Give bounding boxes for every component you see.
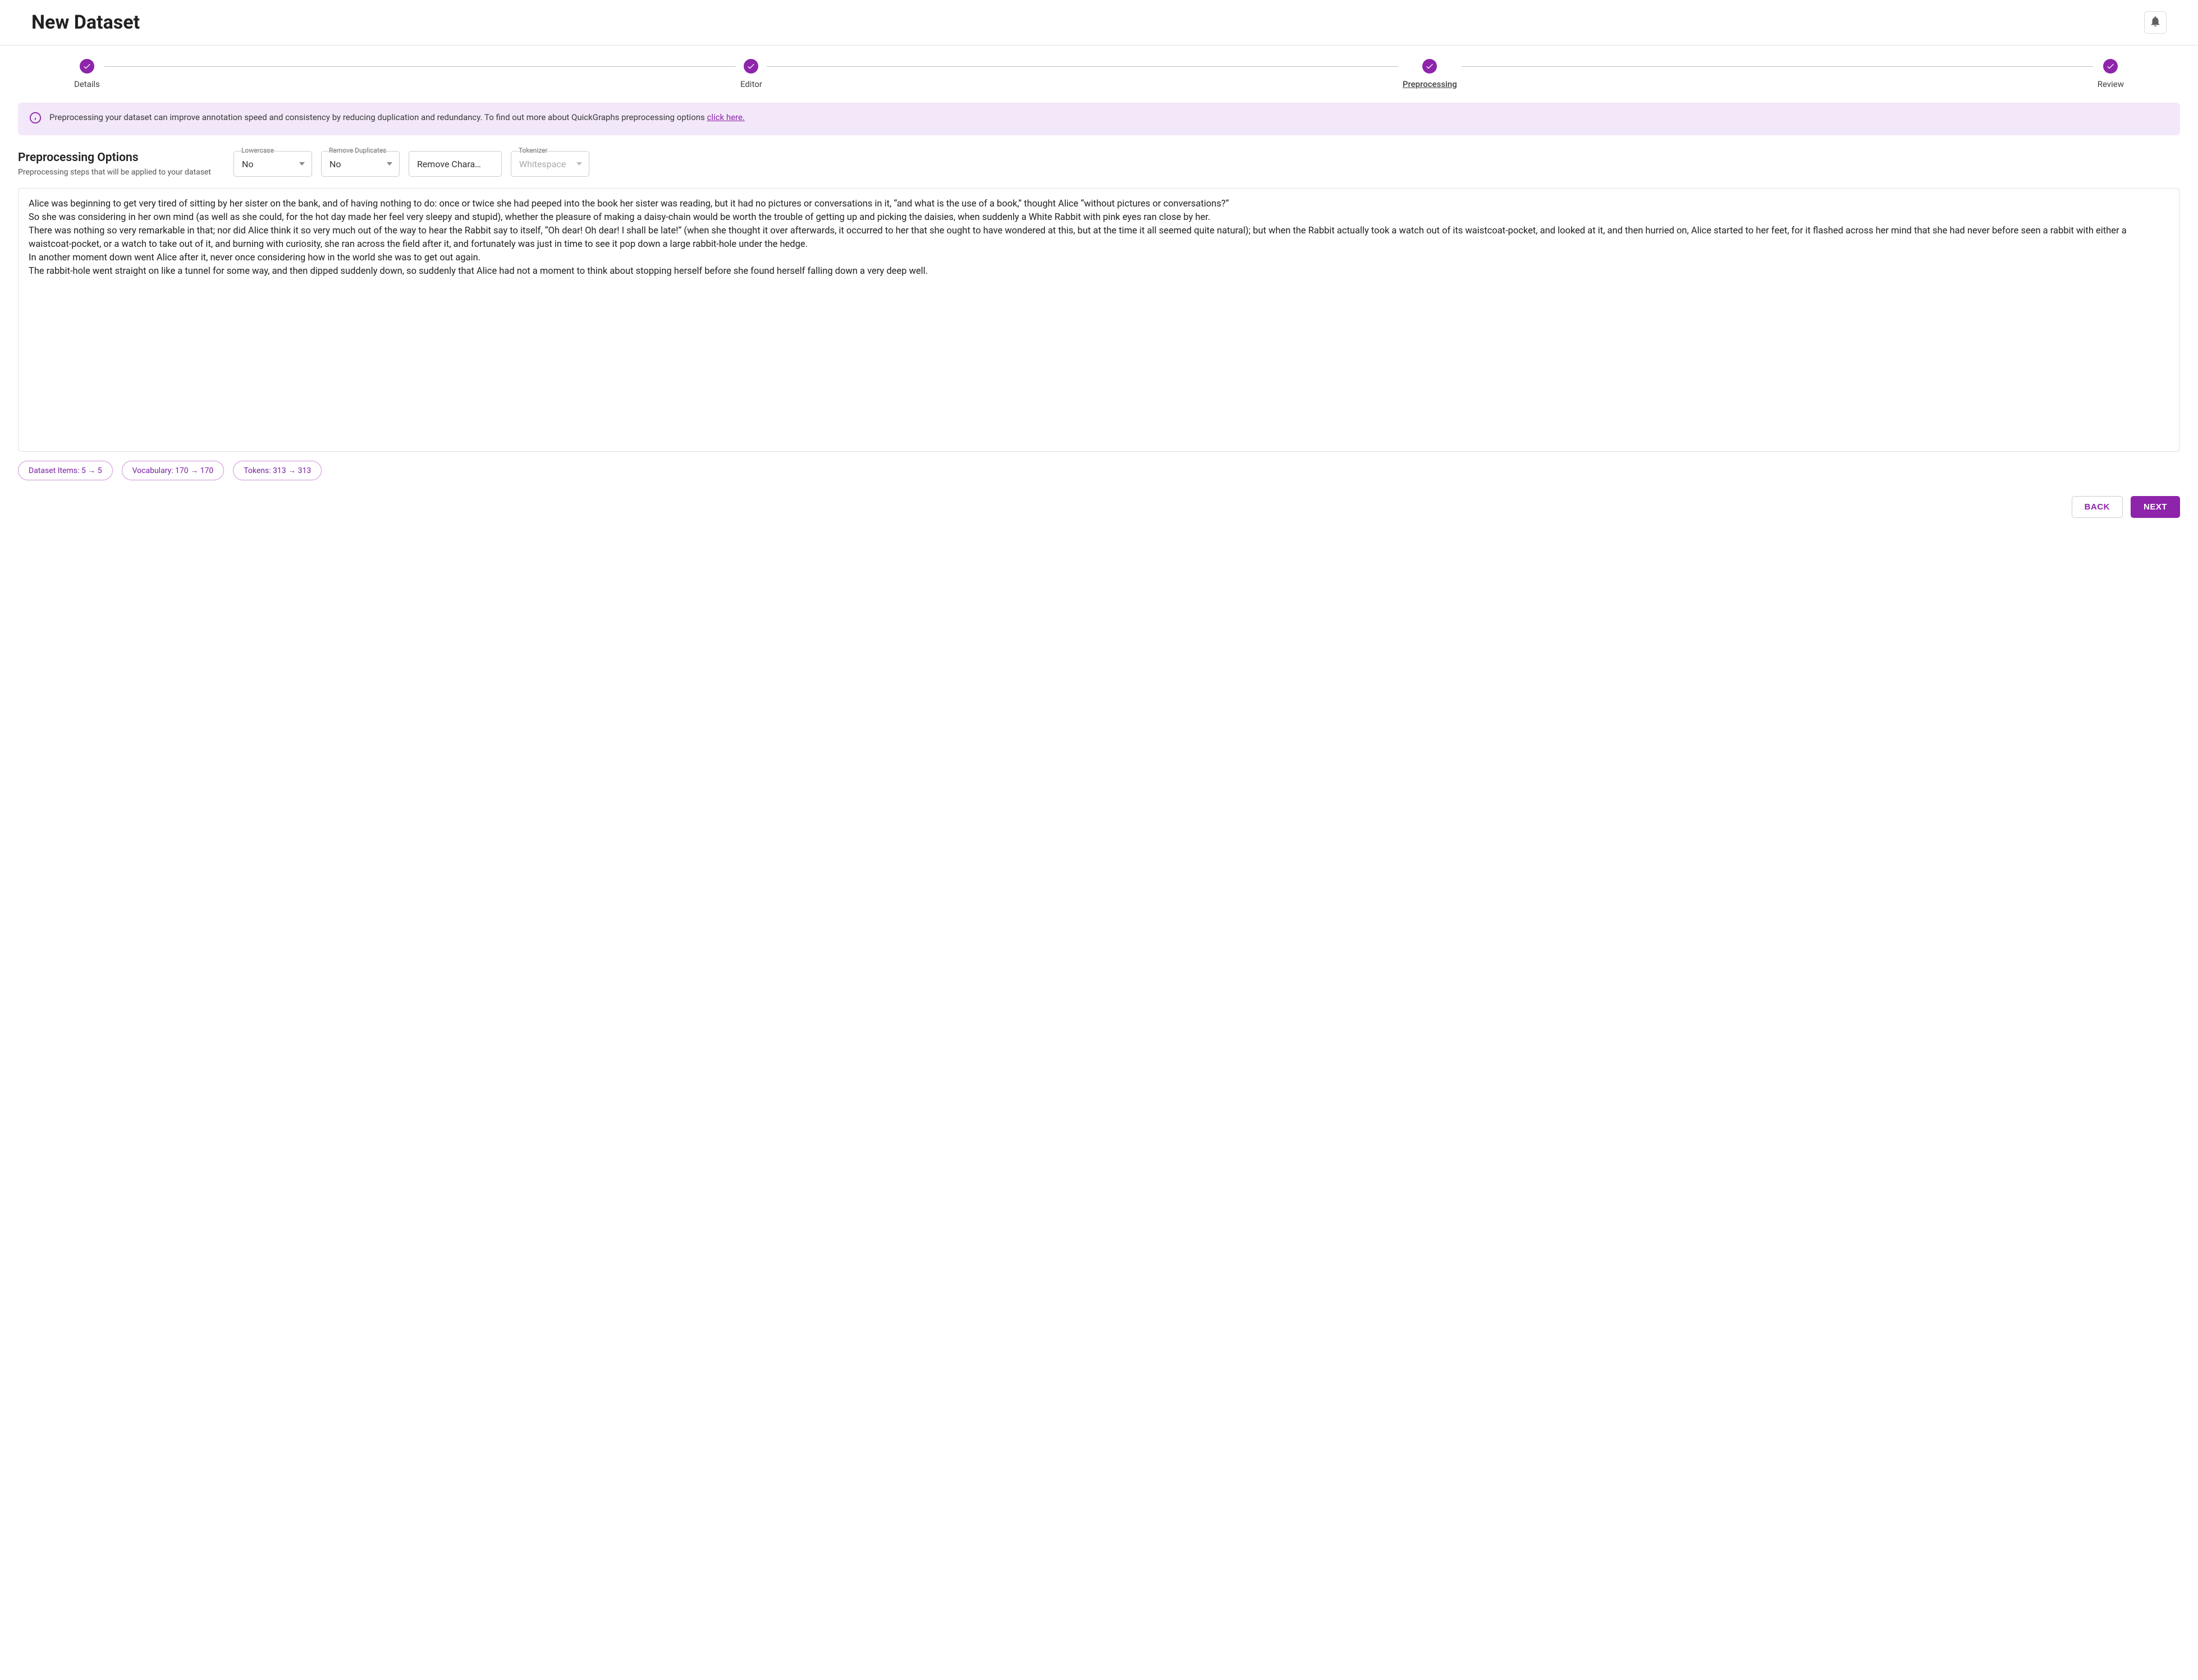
footer-buttons: BACK NEXT (18, 496, 2180, 518)
select-value: No (242, 159, 254, 169)
next-button[interactable]: NEXT (2131, 496, 2180, 518)
main-content: Details Editor Preprocessing Review Prep… (0, 45, 2198, 531)
chip-tokens: Tokens: 313 → 313 (233, 461, 322, 480)
check-icon (80, 59, 94, 74)
step-editor[interactable]: Editor (740, 59, 762, 89)
step-label: Preprocessing (1403, 79, 1457, 89)
app-header: New Dataset (0, 0, 2198, 45)
stats-chips: Dataset Items: 5 → 5 Vocabulary: 170 → 1… (18, 461, 2180, 480)
info-link[interactable]: click here. (707, 112, 745, 122)
step-review[interactable]: Review (2098, 59, 2124, 89)
options-header: Preprocessing Options Preprocessing step… (18, 151, 211, 177)
remove-duplicates-select[interactable]: No (321, 151, 400, 177)
tokenizer-select[interactable]: Whitespace (511, 151, 589, 177)
field-tokenizer: Tokenizer Whitespace (511, 151, 589, 177)
stepper: Details Editor Preprocessing Review (18, 59, 2180, 103)
input-value: Remove Chara… (417, 159, 481, 169)
step-label: Review (2098, 79, 2124, 89)
chip-vocabulary: Vocabulary: 170 → 170 (122, 461, 225, 480)
info-text: Preprocessing your dataset can improve a… (49, 112, 707, 122)
options-title: Preprocessing Options (18, 151, 211, 164)
field-remove-duplicates: Remove Duplicates No (321, 151, 400, 177)
options-controls: Lowercase No Remove Duplicates No Remove… (233, 151, 589, 177)
check-icon (744, 59, 758, 74)
info-banner: Preprocessing your dataset can improve a… (18, 103, 2180, 135)
lowercase-select[interactable]: No (233, 151, 312, 177)
step-details[interactable]: Details (74, 59, 100, 89)
options-subtitle: Preprocessing steps that will be applied… (18, 168, 211, 177)
step-label: Editor (740, 79, 762, 89)
info-icon (29, 112, 42, 126)
step-connector (104, 66, 736, 67)
step-label: Details (74, 79, 100, 89)
step-preprocessing[interactable]: Preprocessing (1403, 59, 1457, 89)
info-message: Preprocessing your dataset can improve a… (49, 112, 745, 123)
select-value: No (329, 159, 341, 169)
preview-text-box[interactable]: Alice was beginning to get very tired of… (18, 188, 2180, 452)
back-button[interactable]: BACK (2072, 496, 2123, 518)
field-remove-chars: Remove Chara… (409, 151, 502, 177)
options-row: Preprocessing Options Preprocessing step… (18, 151, 2180, 177)
notifications-button[interactable] (2144, 11, 2167, 34)
check-icon (2103, 59, 2118, 74)
remove-chars-input[interactable]: Remove Chara… (409, 151, 502, 177)
check-icon (1422, 59, 1437, 74)
field-lowercase: Lowercase No (233, 151, 312, 177)
step-connector (767, 66, 1398, 67)
bell-icon (2149, 15, 2162, 30)
select-value: Whitespace (519, 159, 566, 169)
page-title: New Dataset (31, 11, 140, 34)
step-connector (1462, 66, 2093, 67)
chip-dataset-items: Dataset Items: 5 → 5 (18, 461, 113, 480)
